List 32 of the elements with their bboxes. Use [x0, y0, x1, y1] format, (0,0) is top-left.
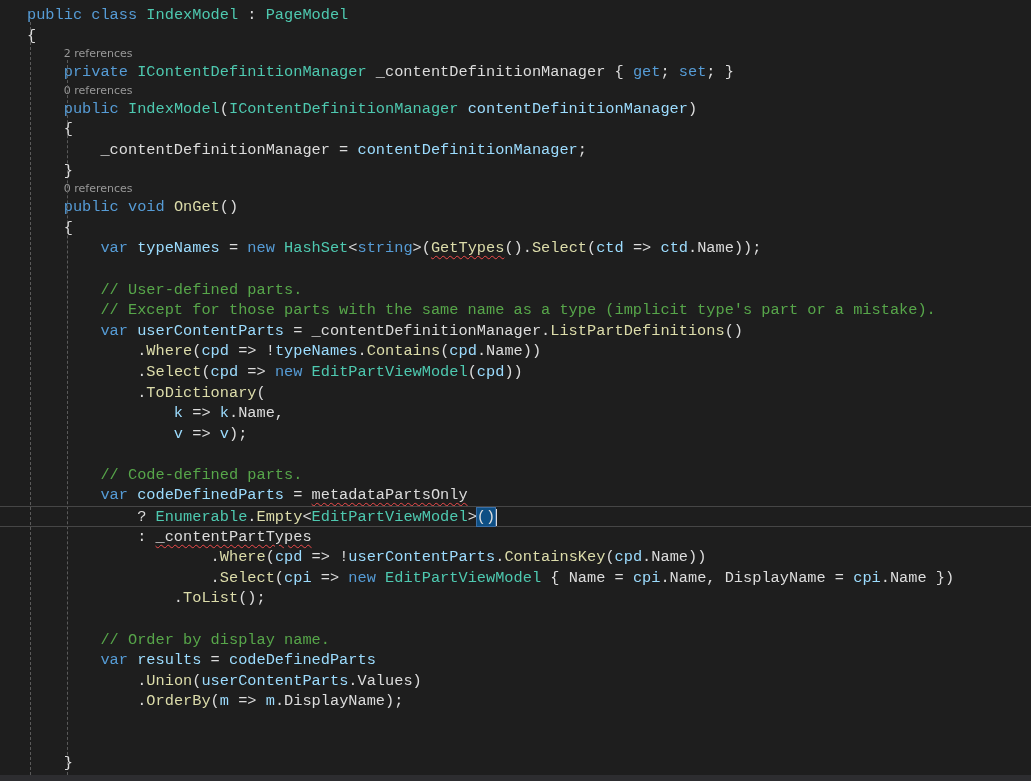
code-line: }: [62, 754, 73, 773]
code-line: // Code-defined parts.: [99, 465, 303, 484]
code-line: public void OnGet(): [62, 198, 239, 217]
code-line: private IContentDefinitionManager _contentDefinitionManager { get; set; }: [62, 63, 734, 82]
text-cursor: [495, 508, 498, 526]
code-line: {: [62, 218, 73, 237]
code-line: var results = codeDefinedParts: [99, 651, 376, 670]
code-line: .Select(cpi => new EditPartViewModel { Name = cpi.Name, DisplayName = cpi.Name }): [209, 568, 955, 587]
code-line: : _contentPartTypes: [136, 527, 312, 546]
code-line: _contentDefinitionManager = contentDefinitionManager;: [99, 140, 587, 159]
code-line: .Select(cpd => new EditPartViewModel(cpd)): [136, 362, 523, 381]
code-line: .Where(cpd => !typeNames.Contains(cpd.Name)): [136, 342, 542, 361]
code-line: public IndexModel(IContentDefinitionManager contentDefinitionManager): [62, 99, 698, 118]
code-line: ? Enumerable.Empty<EditPartViewModel>(): [136, 508, 496, 527]
code-line: var codeDefinedParts = metadataPartsOnly: [99, 486, 468, 505]
code-line: {: [62, 120, 73, 139]
code-line: v => v);: [172, 424, 248, 443]
code-line: .Where(cpd => !userContentParts.ContainsKey(cpd.Name)): [209, 548, 707, 567]
code-line: var typeNames = new HashSet<string>(GetTypes().Select(ctd => ctd.Name));: [99, 239, 762, 258]
code-line: .Union(userContentParts.Values): [136, 671, 422, 690]
codelens-link[interactable]: 2 references: [63, 47, 133, 61]
code-line: }: [62, 161, 73, 180]
code-line: k => k.Name,: [172, 404, 285, 423]
code-line: var userContentParts = _contentDefinitionManager.ListPartDefinitions(): [99, 321, 744, 340]
code-line: // Except for those parts with the same name as a type (implicit type's part or a mistake).: [99, 301, 936, 320]
code-line: {: [27, 26, 37, 45]
code-line: .ToList();: [172, 589, 266, 608]
code-line: // Order by display name.: [99, 630, 330, 649]
code-line: .ToDictionary(: [136, 383, 266, 402]
code-line: public class IndexModel : PageModel: [27, 6, 349, 24]
code-line: // User-defined parts.: [99, 280, 303, 299]
code-line: .OrderBy(m => m.DisplayName);: [136, 692, 404, 711]
